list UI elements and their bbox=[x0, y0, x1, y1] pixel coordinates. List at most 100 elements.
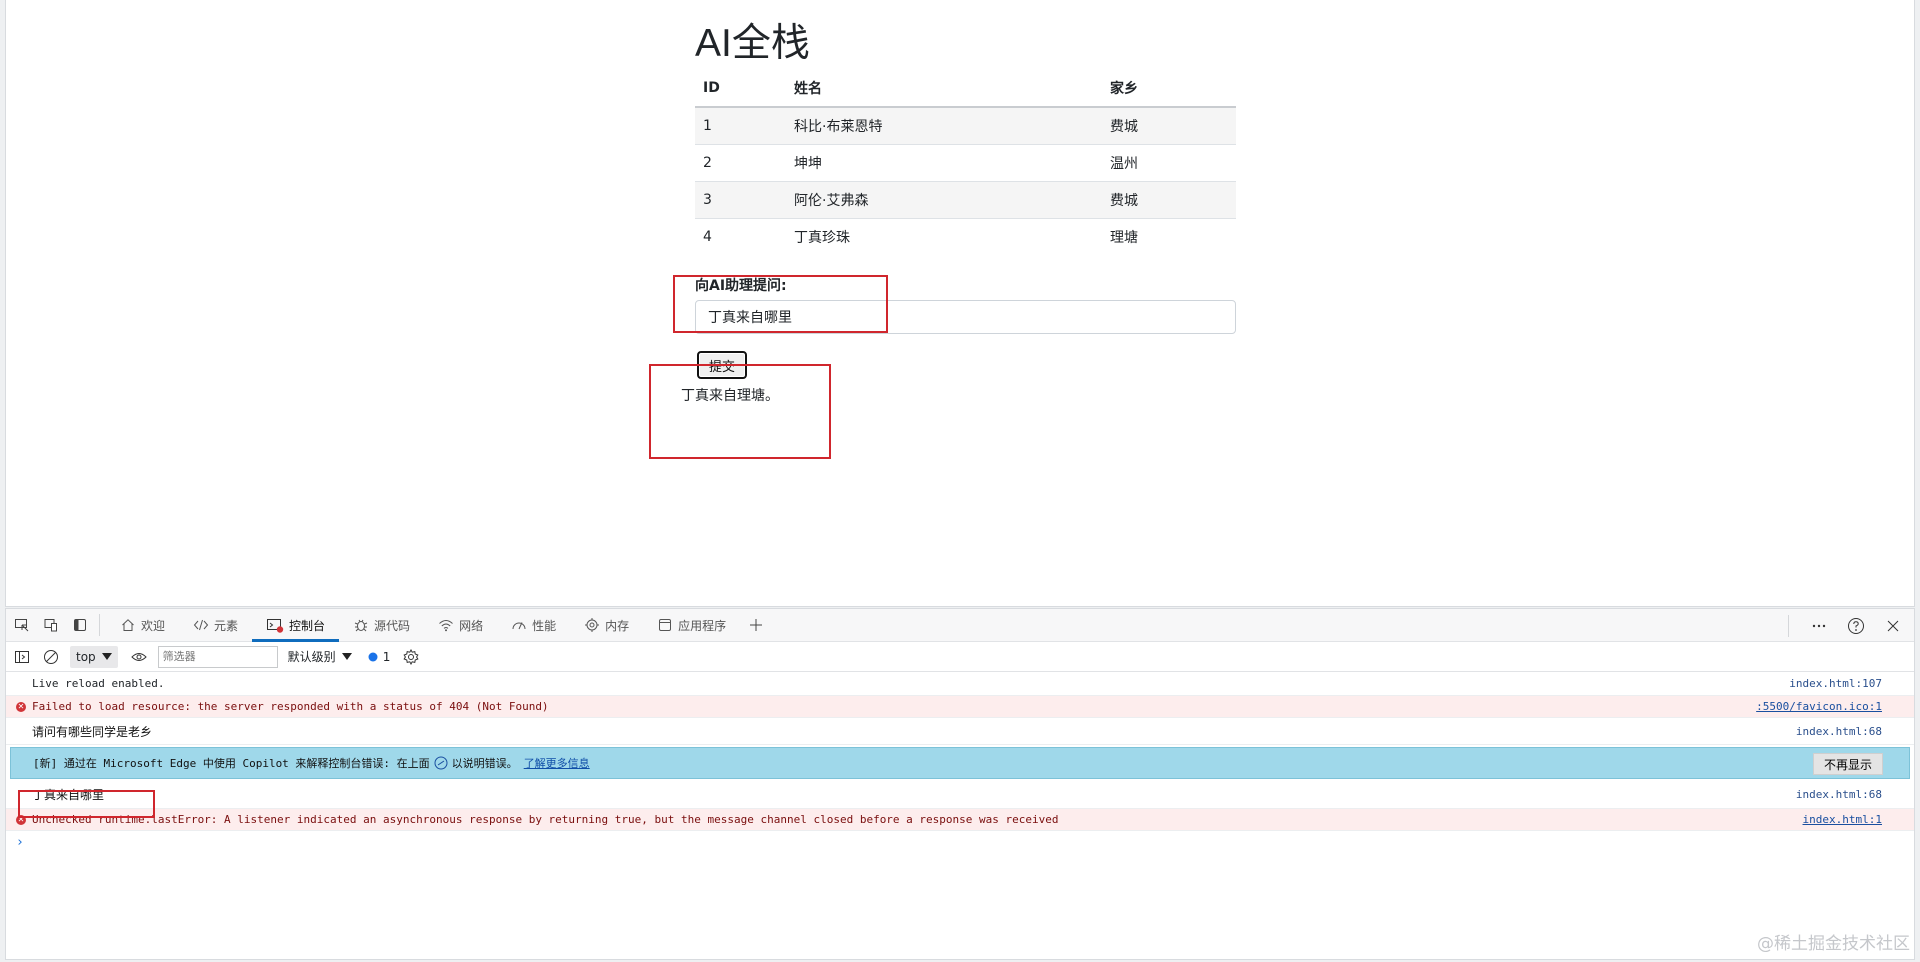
tab-memory[interactable]: 内存 bbox=[570, 609, 643, 642]
console-toolbar: top 默认级别 1 bbox=[6, 642, 1914, 672]
tab-label: 内存 bbox=[605, 618, 630, 633]
devtools-tabbar: 欢迎 元素 控制台 源代码 网络 性能 内存 应用程序 bbox=[6, 609, 1914, 642]
console-message: 丁真来自哪里 bbox=[32, 788, 105, 802]
students-table: ID 姓名 家乡 1 科比·布莱恩特 费城 2 坤坤 温州 3 阿伦·艾弗森 费… bbox=[695, 70, 1236, 255]
tab-network[interactable]: 网络 bbox=[424, 609, 497, 642]
tab-label: 应用程序 bbox=[678, 618, 727, 633]
console-icon bbox=[267, 619, 284, 633]
page-viewport: AI全栈 ID 姓名 家乡 1 科比·布莱恩特 费城 2 坤坤 温州 3 阿伦·… bbox=[5, 0, 1915, 607]
copilot-banner-text: [新] 通过在 Microsoft Edge 中使用 Copilot 来解释控制… bbox=[33, 757, 430, 770]
log-level-value: 默认级别 bbox=[287, 650, 336, 664]
tab-label: 控制台 bbox=[289, 618, 326, 633]
clear-icon bbox=[44, 649, 58, 664]
tabbar-divider bbox=[99, 614, 100, 636]
console-source-link[interactable]: index.html:68 bbox=[1796, 788, 1914, 801]
tab-label: 网络 bbox=[459, 618, 484, 633]
issues-counter[interactable]: 1 bbox=[368, 650, 390, 664]
copilot-banner-tail: 以说明错误。 bbox=[451, 757, 518, 770]
table-cell-name: 阿伦·艾弗森 bbox=[786, 181, 1102, 219]
console-source-link[interactable]: index.html:1 bbox=[1803, 813, 1914, 826]
dock-side-icon[interactable] bbox=[67, 612, 93, 638]
tab-application[interactable]: 应用程序 bbox=[643, 609, 740, 642]
highlight-box-question bbox=[673, 275, 888, 333]
console-row-error: ✕ Failed to load resource: the server re… bbox=[6, 696, 1914, 718]
tab-sources[interactable]: 源代码 bbox=[339, 609, 424, 642]
add-tab-button[interactable] bbox=[743, 612, 769, 638]
tab-label: 元素 bbox=[214, 618, 239, 633]
tab-console[interactable]: 控制台 bbox=[252, 609, 340, 642]
device-emulation-icon[interactable] bbox=[38, 612, 64, 638]
table-row: 4 丁真珍珠 理塘 bbox=[695, 218, 1236, 255]
tab-label: 性能 bbox=[532, 618, 557, 633]
tab-performance[interactable]: 性能 bbox=[497, 609, 570, 642]
console-row: Live reload enabled. index.html:107 bbox=[6, 672, 1914, 696]
table-row: 3 阿伦·艾弗森 费城 bbox=[695, 181, 1236, 219]
gauge-icon bbox=[512, 622, 526, 630]
console-row-error: ✕ Unchecked runtime.lastError: A listene… bbox=[6, 809, 1914, 831]
more-options-button[interactable] bbox=[1806, 613, 1832, 639]
help-icon bbox=[1848, 617, 1864, 634]
console-message: Live reload enabled. bbox=[32, 677, 165, 690]
table-cell-id: 4 bbox=[703, 228, 712, 245]
console-message: Failed to load resource: the server resp… bbox=[32, 700, 549, 713]
learn-more-link[interactable]: 了解更多信息 bbox=[524, 755, 590, 771]
devtools-panel: 欢迎 元素 控制台 源代码 网络 性能 内存 应用程序 top 筛选器 默认级别… bbox=[5, 608, 1915, 960]
toggle-sidebar-button[interactable] bbox=[9, 644, 35, 670]
table-cell-id: 2 bbox=[695, 144, 786, 182]
table-header-id: ID bbox=[695, 70, 786, 108]
highlight-box-console-question bbox=[18, 790, 155, 818]
page-title: AI全栈 bbox=[695, 22, 810, 65]
home-icon bbox=[122, 619, 134, 631]
table-cell-hometown: 费城 bbox=[1102, 107, 1236, 145]
console-output: Live reload enabled. index.html:107 ✕ Fa… bbox=[6, 672, 1914, 853]
tab-welcome[interactable]: 欢迎 bbox=[106, 609, 179, 642]
help-button[interactable] bbox=[1843, 613, 1869, 639]
table-row: 1 科比·布莱恩特 费城 bbox=[695, 107, 1236, 145]
close-devtools-button[interactable] bbox=[1880, 613, 1906, 639]
inspect-icon[interactable] bbox=[9, 612, 35, 638]
console-row: 丁真来自哪里 index.html:68 bbox=[6, 781, 1914, 809]
message-icon bbox=[368, 652, 378, 661]
error-icon: ✕ bbox=[16, 701, 26, 712]
table-cell-hometown: 理塘 bbox=[1110, 229, 1138, 246]
highlight-box-answer bbox=[649, 364, 831, 459]
window-icon bbox=[659, 619, 672, 631]
chevron-down-icon bbox=[101, 652, 112, 660]
console-settings-button[interactable] bbox=[398, 644, 424, 670]
console-filter-input[interactable] bbox=[157, 645, 278, 668]
table-cell-id: 3 bbox=[695, 181, 786, 219]
devtools-window-controls bbox=[1782, 609, 1906, 642]
table-cell-hometown: 温州 bbox=[1102, 144, 1236, 182]
gear-icon bbox=[403, 648, 419, 665]
code-icon bbox=[193, 619, 209, 631]
console-source-link[interactable]: :5500/favicon.ico:1 bbox=[1756, 700, 1914, 713]
tab-elements[interactable]: 元素 bbox=[179, 609, 252, 642]
dont-show-again-button[interactable]: 不再显示 bbox=[1812, 753, 1883, 775]
context-select[interactable]: top bbox=[70, 645, 118, 668]
log-level-select[interactable]: 默认级别 bbox=[288, 648, 352, 665]
console-source-link[interactable]: index.html:107 bbox=[1789, 677, 1914, 690]
table-cell-name: 坤坤 bbox=[786, 144, 1102, 182]
controls-divider bbox=[1788, 614, 1789, 637]
table-cell-name: 科比·布莱恩特 bbox=[786, 107, 1102, 145]
plus-icon bbox=[750, 619, 763, 631]
live-expression-button[interactable] bbox=[126, 644, 152, 670]
table-header-name: 姓名 bbox=[786, 70, 1102, 108]
table-cell-hometown: 费城 bbox=[1102, 181, 1236, 219]
chip-icon bbox=[585, 618, 600, 632]
console-prompt[interactable]: › bbox=[6, 831, 1914, 853]
console-message: 请问有哪些同学是老乡 bbox=[32, 724, 153, 739]
close-icon bbox=[1887, 620, 1899, 631]
bug-icon bbox=[354, 619, 368, 632]
table-cell-name: 丁真珍珠 bbox=[794, 229, 850, 246]
clear-console-button[interactable] bbox=[38, 644, 64, 670]
wifi-icon bbox=[439, 620, 453, 632]
table-cell-id: 1 bbox=[695, 107, 786, 145]
table-header-row: ID 姓名 家乡 bbox=[695, 70, 1236, 108]
tab-label: 源代码 bbox=[374, 618, 411, 633]
console-source-link[interactable]: index.html:68 bbox=[1796, 725, 1914, 738]
sidebar-icon bbox=[15, 650, 29, 663]
table-row: 2 坤坤 温州 bbox=[695, 144, 1236, 182]
watermark: @稀土掘金技术社区 bbox=[1757, 934, 1910, 954]
context-value: top bbox=[76, 649, 96, 664]
